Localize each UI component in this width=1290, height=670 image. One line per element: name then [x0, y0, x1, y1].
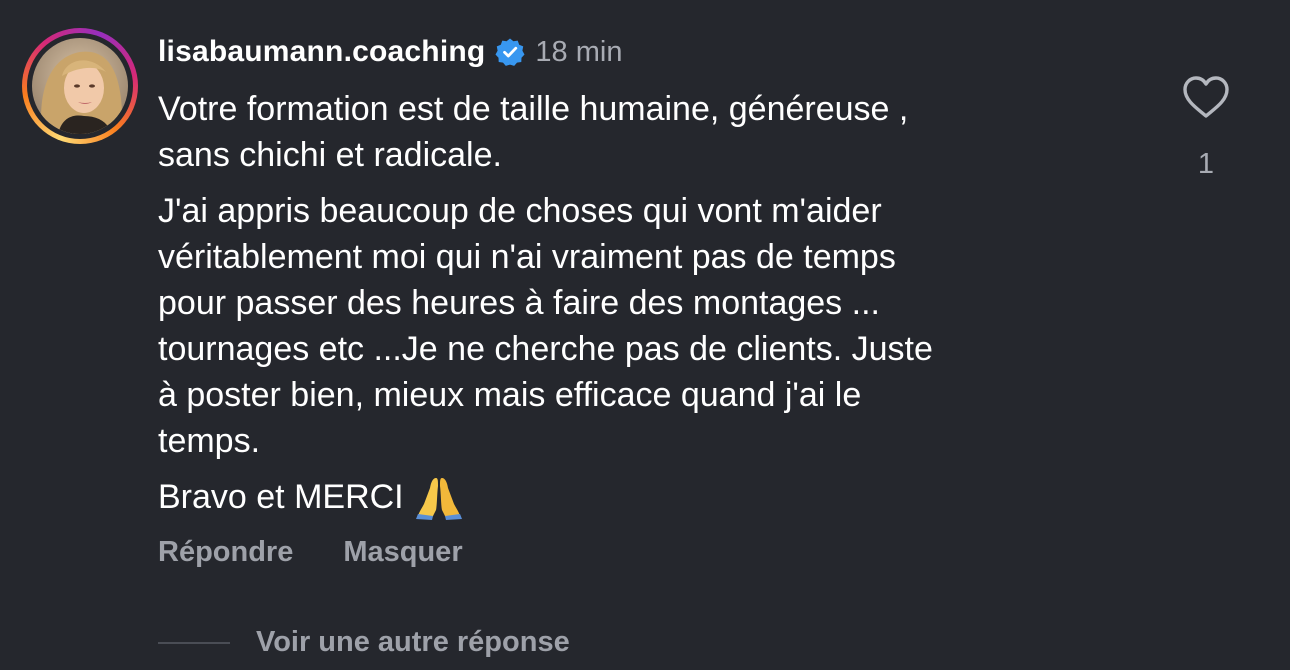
view-more-replies-button[interactable]: Voir une autre réponse — [158, 626, 570, 659]
comment-line: Votre formation est de taille humaine, g… — [158, 90, 909, 128]
view-more-replies-label: Voir une autre réponse — [256, 626, 570, 658]
comment-line: tournages etc ...Je ne cherche pas de cl… — [158, 330, 933, 368]
username-link[interactable]: lisabaumann.coaching — [158, 35, 485, 69]
avatar-image — [32, 38, 128, 134]
comment-line: sans chichi et radicale. — [158, 136, 502, 174]
comment-paragraph: J'ai appris beaucoup de choses qui vont … — [158, 188, 1118, 464]
avatar[interactable] — [32, 38, 128, 134]
comment-actions: Répondre Masquer — [158, 536, 463, 569]
avatar-ring-gap — [27, 33, 133, 139]
hide-button[interactable]: Masquer — [343, 536, 462, 569]
comment-line: véritablement moi qui n'ai vraiment pas … — [158, 238, 896, 276]
comment-line: pour passer des heures à faire des monta… — [158, 284, 880, 322]
folded-hands-emoji-icon — [414, 474, 464, 520]
comment-line: à poster bien, mieux mais efficace quand… — [158, 376, 862, 414]
comment-line: J'ai appris beaucoup de choses qui vont … — [158, 192, 882, 230]
comment-line: temps. — [158, 422, 261, 460]
comment-header: lisabaumann.coaching 18 min — [158, 32, 622, 72]
reply-thread-divider — [158, 641, 230, 644]
heart-outline-icon[interactable] — [1178, 70, 1234, 126]
verified-badge-icon — [495, 37, 525, 67]
reply-button[interactable]: Répondre — [158, 536, 293, 569]
comment-item: lisabaumann.coaching 18 min Votre format… — [0, 0, 1290, 670]
comment-closing: Bravo et MERCI — [158, 478, 404, 516]
like-count: 1 — [1197, 148, 1215, 180]
comment-paragraph: Bravo et MERCI — [158, 474, 1118, 520]
comment-text: Votre formation est de taille humaine, g… — [158, 86, 1118, 530]
comment-timestamp: 18 min — [535, 35, 623, 68]
avatar-story-ring[interactable] — [22, 28, 138, 144]
comment-paragraph: Votre formation est de taille humaine, g… — [158, 86, 1118, 178]
